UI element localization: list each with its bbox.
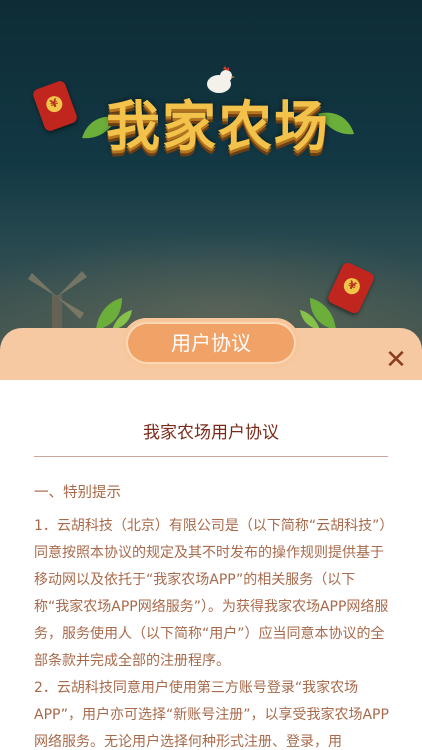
divider [34, 456, 388, 457]
windmill-icon [28, 271, 87, 335]
agreement-content[interactable]: 我家农场用户协议 一、特别提示 1．云胡科技（北京）有限公司是（以下简称“云胡科… [0, 380, 422, 750]
leaf-icon [300, 298, 336, 330]
agreement-paragraph: 1．云胡科技（北京）有限公司是（以下简称“云胡科技”）同意按照本协议的规定及其不… [34, 518, 389, 669]
agreement-paragraph: 2．云胡科技同意用户使用第三方账号登录“我家农场APP”，用户亦可选择“新账号注… [34, 680, 389, 750]
red-envelope-icon: ¥ [31, 79, 79, 133]
game-background: ¥ ¥ 我家农场 [0, 0, 422, 360]
leaf-icon [96, 298, 132, 330]
modal-title-badge: 用户协议 [122, 318, 300, 368]
modal-title: 用户协议 [128, 324, 294, 362]
agreement-text: 一、特别提示 1．云胡科技（北京）有限公司是（以下简称“云胡科技”）同意按照本协… [34, 480, 390, 750]
coin-icon: ¥ [341, 275, 363, 297]
logo-title: 我家农场 [106, 95, 330, 158]
agreement-title: 我家农场用户协议 [143, 423, 279, 443]
modal-header: 用户协议 ✕ [0, 318, 422, 380]
user-agreement-modal: 用户协议 ✕ 我家农场用户协议 一、特别提示 1．云胡科技（北京）有限公司是（以… [0, 298, 422, 750]
section-heading: 一、特别提示 [34, 485, 121, 501]
coin-icon: ¥ [44, 93, 65, 115]
close-icon[interactable]: ✕ [384, 347, 408, 373]
game-logo: 我家农场 [82, 66, 354, 168]
